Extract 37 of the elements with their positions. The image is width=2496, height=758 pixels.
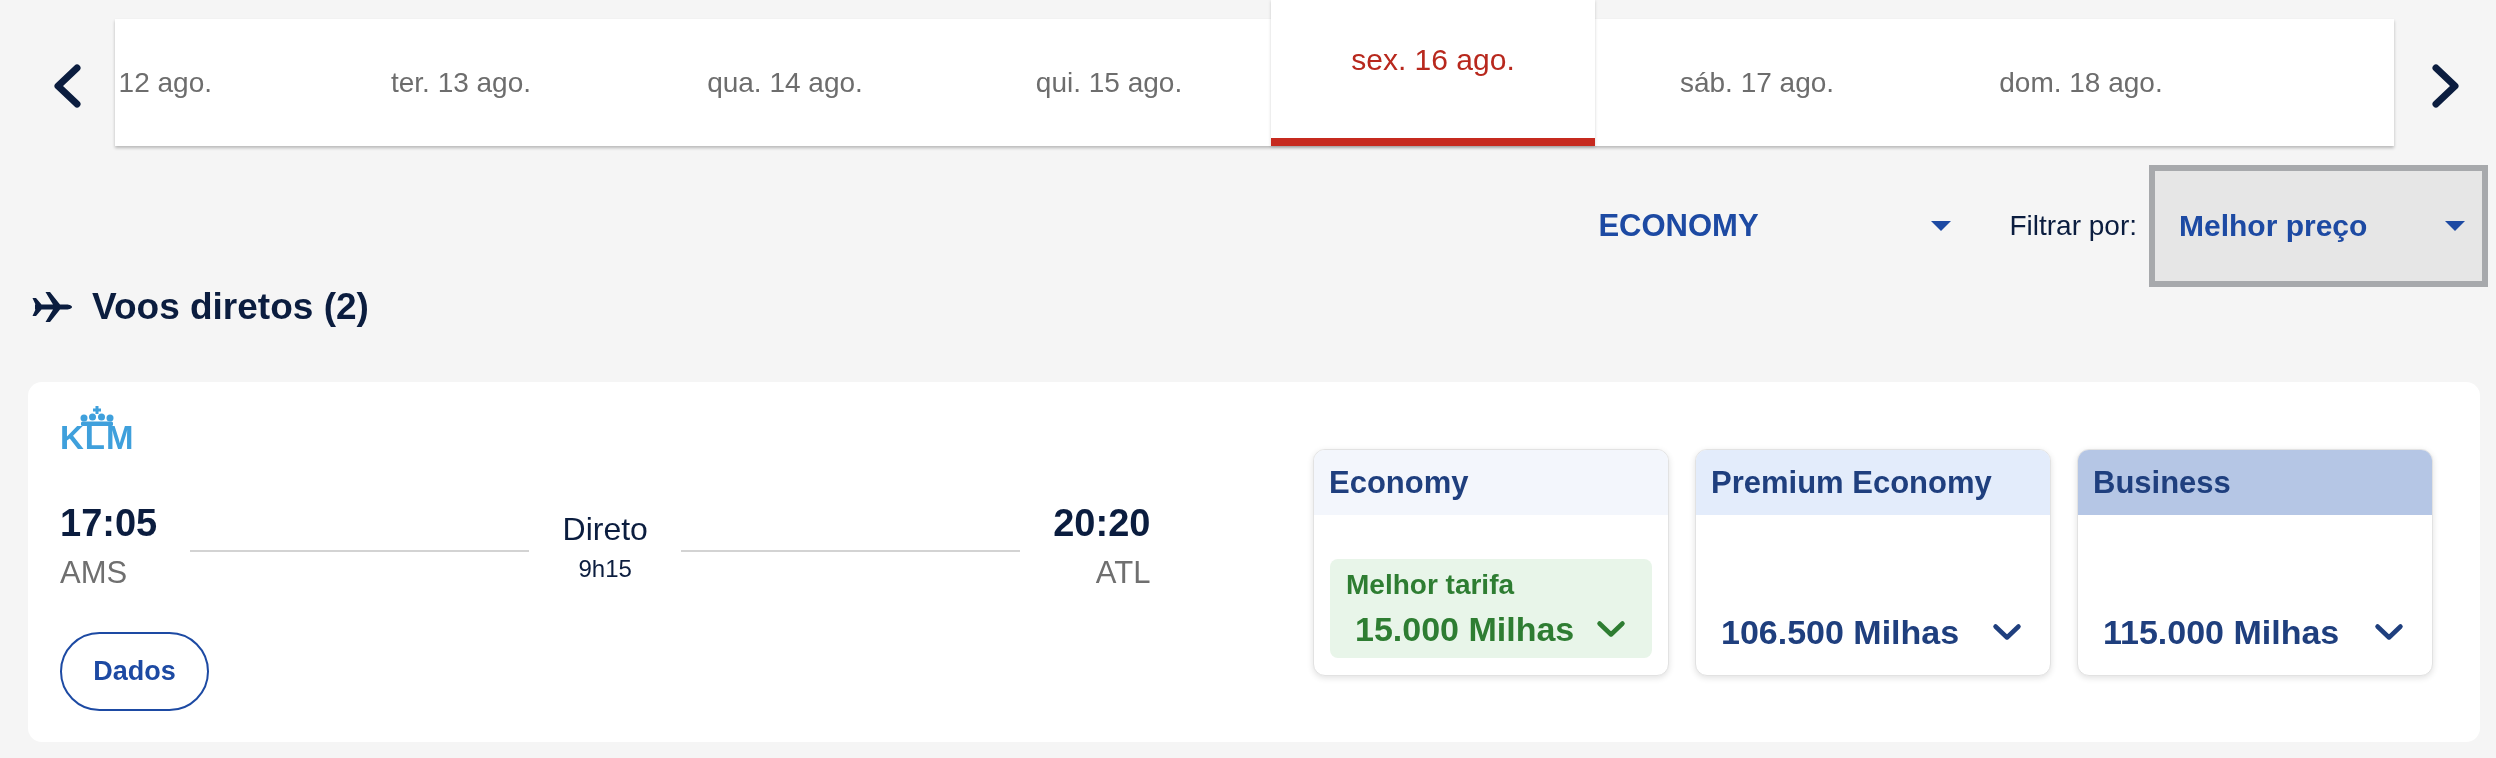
fare-price: 115.000 Milhas <box>2103 614 2340 650</box>
arrival-time: 20:20 <box>1053 501 1151 545</box>
fare-card[interactable]: Economy Melhor tarifa 15.000 Milhas <box>1313 449 1669 676</box>
fare-class-header: Premium Economy <box>1696 450 2050 515</box>
chevron-down-icon <box>1992 623 2022 641</box>
flight-duration: 9h15 <box>578 554 632 584</box>
best-fare-label: Melhor tarifa <box>1346 569 1516 599</box>
stops-label: Direto <box>562 510 648 549</box>
date-tab[interactable]: qua. 14 ago. <box>623 19 947 146</box>
fare-class-header: Economy <box>1314 450 1668 515</box>
fare-card[interactable]: Business 115.000 Milhas <box>2077 449 2433 676</box>
date-tab[interactable]: sáb. 17 ago. <box>1595 19 1919 146</box>
sort-dropdown[interactable]: Melhor preço <box>2149 165 2488 287</box>
date-tab[interactable]: dom. 18 ago. <box>1919 19 2243 146</box>
fare-price: 106.500 Milhas <box>1721 614 1960 650</box>
departure-airport: AMS <box>60 555 129 590</box>
filter-label: Filtrar por: <box>2009 210 2137 242</box>
section-heading: Voos diretos (2) <box>92 286 369 328</box>
airplane-icon <box>32 292 72 322</box>
date-tab[interactable]: sex. 16 ago. <box>1271 0 1595 146</box>
chevron-down-icon <box>2374 623 2404 641</box>
date-tab[interactable]: qui. 15 ago. <box>947 19 1271 146</box>
chevron-right-icon <box>2429 64 2461 108</box>
fare-class-header: Business <box>2078 450 2432 515</box>
caret-down-icon <box>1931 221 1952 231</box>
fare-price: 15.000 Milhas <box>1355 611 1575 647</box>
departure-time: 17:05 <box>60 501 158 545</box>
chevron-down-icon <box>1596 620 1626 638</box>
arrival-airport: ATL <box>1095 555 1151 590</box>
cabin-dropdown[interactable]: ECONOMY <box>1570 181 1980 271</box>
fare-card[interactable]: Premium Economy 106.500 Milhas <box>1695 449 2051 676</box>
details-button[interactable]: Dados <box>60 632 209 711</box>
airline-logo: KLM <box>60 426 135 450</box>
date-tab[interactable]: 12 ago. <box>115 19 299 146</box>
chevron-left-icon <box>52 64 83 108</box>
date-tab[interactable]: ter. 13 ago. <box>299 19 623 146</box>
caret-down-icon <box>2445 221 2465 231</box>
